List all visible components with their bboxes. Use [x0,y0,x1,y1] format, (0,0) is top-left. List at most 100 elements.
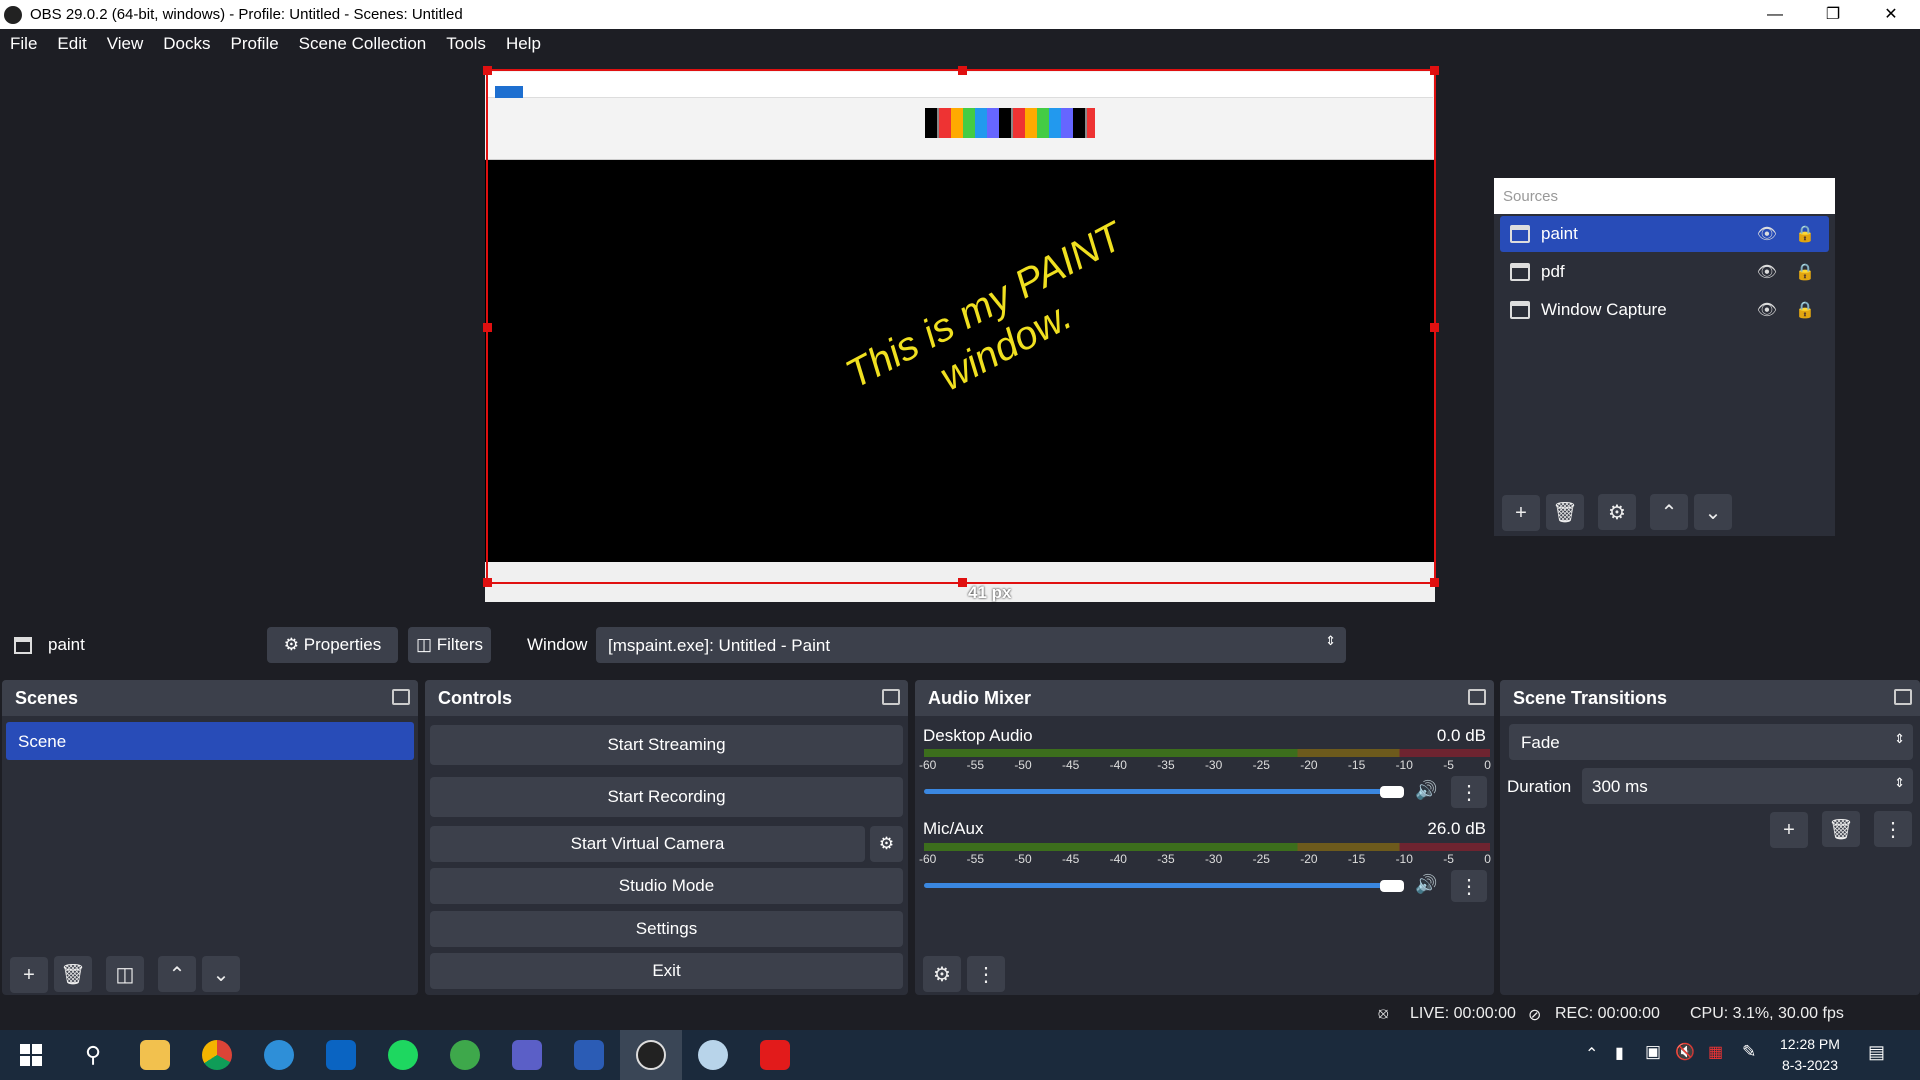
network-icon[interactable]: ▣ [1645,1042,1661,1062]
volume-muted-icon[interactable]: 🔇 [1675,1042,1695,1062]
remove-source-button[interactable]: 🗑 [1546,494,1584,530]
duration-spinbox[interactable]: 300 ms ⇕ [1582,768,1913,804]
lock-icon[interactable]: 🔒 [1795,300,1815,320]
source-item-window-capture[interactable]: Window Capture 👁 🔒 [1500,292,1829,328]
scene-item[interactable]: Scene [6,722,414,760]
source-item-pdf[interactable]: pdf 👁 🔒 [1500,254,1829,290]
remove-transition-button[interactable]: 🗑 [1822,811,1860,847]
speaker-icon[interactable]: 🔊 [1415,874,1437,895]
outlook-icon[interactable] [310,1030,372,1080]
search-icon[interactable]: ⚲ [62,1030,124,1080]
lock-icon[interactable]: 🔒 [1795,224,1815,244]
paint-icon[interactable] [682,1030,744,1080]
eye-icon[interactable]: 👁 [1757,224,1777,244]
resize-handle[interactable] [1430,578,1439,587]
advanced-audio-settings-button[interactable]: ⚙ [923,956,961,992]
acrobat-icon[interactable] [744,1030,806,1080]
meter-tick-label: -55 [966,852,984,866]
battery-icon[interactable]: ▮ [1615,1043,1624,1063]
source-properties-button[interactable]: ⚙ [1598,494,1636,530]
obs-icon[interactable] [620,1030,682,1080]
settings-button[interactable]: Settings [430,911,903,947]
tray-chevron-icon[interactable]: ⌃ [1585,1044,1598,1064]
resize-handle[interactable] [1430,66,1439,75]
menu-profile[interactable]: Profile [230,34,278,54]
move-source-down-button[interactable]: ⌄ [1694,494,1732,530]
pen-icon[interactable]: ✎ [1742,1042,1756,1062]
meter-tick-label: -50 [1014,852,1032,866]
scene-transitions-dock: Scene Transitions Fade ⇕ Duration 300 ms ⇕… [1500,680,1920,995]
start-virtual-camera-button[interactable]: Start Virtual Camera [430,826,865,862]
channel-menu-button[interactable]: ⋮ [1451,776,1487,808]
notification-app-icon[interactable]: ▦ [1708,1042,1723,1062]
menu-help[interactable]: Help [506,34,541,54]
close-button[interactable]: ✕ [1862,0,1920,29]
add-scene-button[interactable]: + [10,957,48,993]
transition-select[interactable]: Fade ⇕ [1509,724,1913,760]
channel-menu-button[interactable]: ⋮ [1451,870,1487,902]
undock-icon[interactable] [392,689,410,705]
resize-handle[interactable] [1430,323,1439,332]
start-recording-button[interactable]: Start Recording [430,777,903,817]
volume-slider[interactable] [924,883,1404,888]
eye-icon[interactable]: 👁 [1757,300,1777,320]
scene-filters-button[interactable]: ◫ [106,956,144,992]
resize-handle[interactable] [958,578,967,587]
sources-header: Sources [1494,178,1835,214]
restore-button[interactable]: ❐ [1804,0,1862,29]
minimize-button[interactable]: — [1746,0,1804,29]
exit-button[interactable]: Exit [430,953,903,989]
spotify-icon[interactable] [372,1030,434,1080]
edge-icon[interactable] [248,1030,310,1080]
resize-handle[interactable] [958,66,967,75]
studio-mode-button[interactable]: Studio Mode [430,868,903,904]
menu-tools[interactable]: Tools [446,34,486,54]
virtual-camera-settings-icon[interactable]: ⚙ [870,826,903,862]
file-explorer-icon[interactable] [124,1030,186,1080]
move-source-up-button[interactable]: ⌃ [1650,494,1688,530]
windows-start-icon[interactable] [0,1030,62,1080]
updown-icon: ⇕ [1325,633,1336,648]
spin-icon[interactable]: ⇕ [1894,775,1905,791]
transition-menu-button[interactable]: ⋮ [1874,811,1912,847]
audio-mixer-menu-button[interactable]: ⋮ [967,956,1005,992]
add-transition-button[interactable]: + [1770,812,1808,848]
menu-view[interactable]: View [107,34,144,54]
undock-icon[interactable] [882,689,900,705]
menu-docks[interactable]: Docks [163,34,210,54]
menu-scene-collection[interactable]: Scene Collection [299,34,427,54]
clock[interactable]: 12:28 PM 8-3-2023 [1780,1034,1840,1076]
start-streaming-button[interactable]: Start Streaming [430,725,903,765]
teams-icon[interactable] [496,1030,558,1080]
volume-slider[interactable] [924,789,1404,794]
resize-handle[interactable] [483,323,492,332]
volume-slider-handle[interactable] [1380,880,1404,892]
volume-slider-handle[interactable] [1380,786,1404,798]
resize-handle[interactable] [483,66,492,75]
maps-icon[interactable] [434,1030,496,1080]
window-icon [1510,263,1530,281]
properties-button[interactable]: ⚙ Properties [267,627,398,663]
undock-icon[interactable] [1894,689,1912,705]
source-selection-box[interactable] [483,66,1439,587]
meter-tick-label: -60 [919,852,937,866]
lock-icon[interactable]: 🔒 [1795,262,1815,282]
filters-button[interactable]: ◫ Filters [408,627,491,663]
speaker-icon[interactable]: 🔊 [1415,780,1437,801]
action-center-icon[interactable]: ▤ [1868,1042,1885,1063]
menu-file[interactable]: File [10,34,37,54]
add-source-button[interactable]: + [1502,495,1540,531]
chrome-icon[interactable] [186,1030,248,1080]
resize-handle[interactable] [483,578,492,587]
menu-edit[interactable]: Edit [57,34,86,54]
move-scene-down-button[interactable]: ⌄ [202,956,240,992]
eye-icon[interactable]: 👁 [1757,262,1777,282]
meter-tick-label: -35 [1157,852,1175,866]
window-select[interactable]: [mspaint.exe]: Untitled - Paint ⇕ [596,627,1346,663]
word-icon[interactable] [558,1030,620,1080]
source-item-paint[interactable]: paint 👁 🔒 [1500,216,1829,252]
move-scene-up-button[interactable]: ⌃ [158,956,196,992]
undock-icon[interactable] [1468,689,1486,705]
remove-scene-button[interactable]: 🗑 [54,956,92,992]
rec-icon: ⊘ [1528,1007,1542,1024]
